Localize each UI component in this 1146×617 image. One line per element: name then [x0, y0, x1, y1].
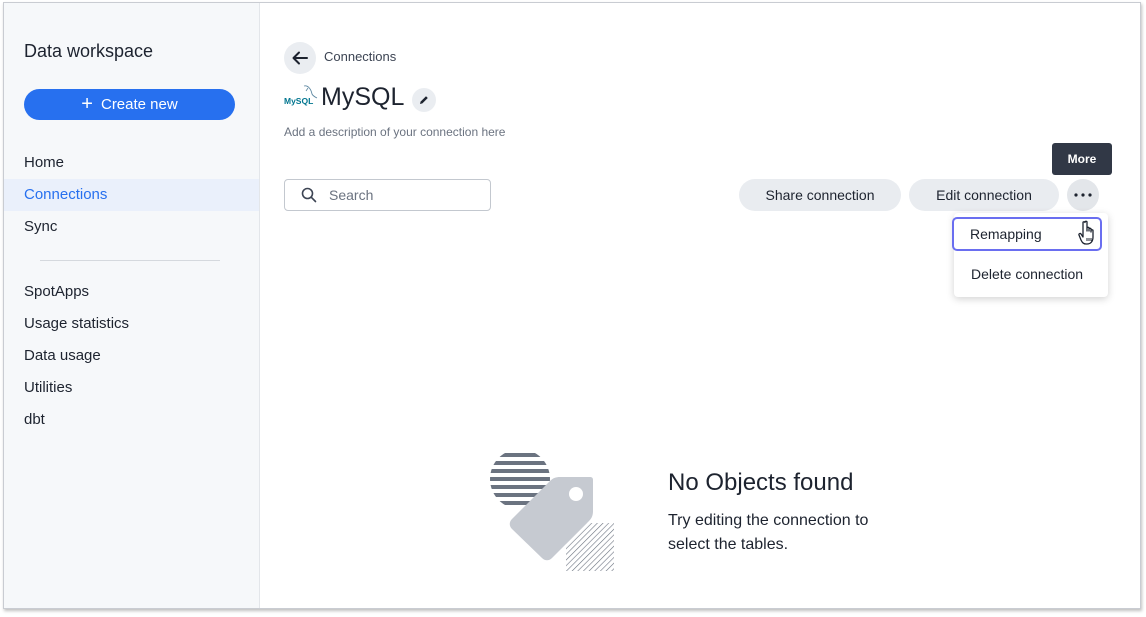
- sidebar-item-utilities[interactable]: Utilities: [4, 372, 259, 404]
- back-button[interactable]: [284, 42, 316, 74]
- breadcrumb[interactable]: Connections: [324, 49, 396, 64]
- empty-state-text: Try editing the connection to select the…: [668, 512, 869, 553]
- page-title: MySQL: [321, 83, 405, 111]
- hand-cursor-icon: [1078, 220, 1094, 245]
- search-input[interactable]: [327, 186, 481, 204]
- plus-icon: +: [81, 92, 93, 115]
- main-content: Connections MySQL MySQL Add a descriptio…: [260, 3, 1140, 608]
- sidebar-item-dbt[interactable]: dbt: [4, 404, 259, 436]
- app-window: Data workspace + Create new Home Connect…: [3, 2, 1141, 609]
- search-icon: [301, 187, 317, 203]
- sidebar: Data workspace + Create new Home Connect…: [4, 3, 260, 608]
- sidebar-item-data-usage[interactable]: Data usage: [4, 340, 259, 372]
- workspace-title: Data workspace: [24, 41, 154, 61]
- sidebar-item-home[interactable]: Home: [4, 147, 259, 179]
- empty-state-illustration: [490, 453, 614, 571]
- pencil-icon: [420, 96, 428, 104]
- svg-text:MySQL: MySQL: [284, 96, 313, 106]
- primary-nav: Home Connections Sync: [4, 147, 259, 243]
- sidebar-item-spotapps[interactable]: SpotApps: [4, 276, 259, 308]
- edit-title-button[interactable]: [412, 88, 436, 112]
- edit-connection-button[interactable]: Edit connection: [909, 179, 1059, 211]
- arrow-left-icon: [292, 51, 308, 65]
- secondary-nav: SpotApps Usage statistics Data usage Uti…: [4, 276, 259, 436]
- description-field[interactable]: Add a description of your connection her…: [284, 125, 505, 139]
- create-new-button[interactable]: + Create new: [24, 89, 235, 120]
- empty-state-title: No Objects found: [668, 469, 854, 496]
- more-button[interactable]: [1067, 179, 1099, 211]
- search-box: [284, 179, 491, 211]
- sidebar-item-usage-statistics[interactable]: Usage statistics: [4, 308, 259, 340]
- menu-item-delete-connection[interactable]: Delete connection: [954, 257, 1108, 291]
- share-connection-button[interactable]: Share connection: [739, 179, 901, 211]
- more-tooltip: More: [1052, 143, 1112, 175]
- mysql-logo: MySQL: [284, 85, 318, 106]
- more-horizontal-icon: [1074, 193, 1092, 197]
- create-new-label: Create new: [100, 96, 178, 113]
- sidebar-item-sync[interactable]: Sync: [4, 211, 259, 243]
- nav-divider: [40, 260, 220, 261]
- sidebar-item-connections[interactable]: Connections: [4, 179, 259, 211]
